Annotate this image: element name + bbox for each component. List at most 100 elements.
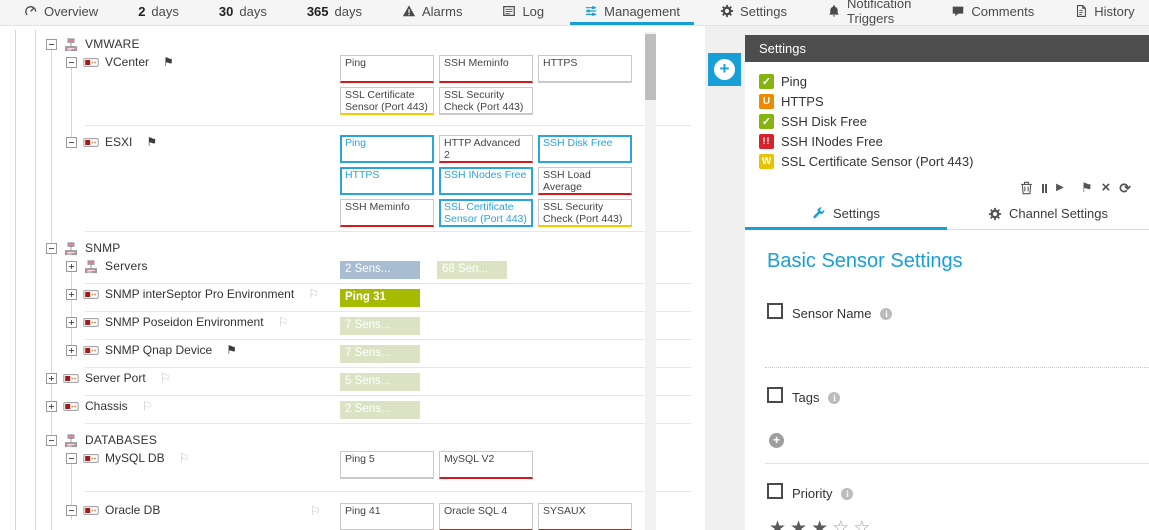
sensor-badge[interactable]: 5 Sens... [340, 373, 420, 391]
collapse-icon[interactable] [46, 243, 57, 254]
sensor-ssl-certificate-sensor-port-443[interactable]: SSL Certificate Sensor (Port 443) [439, 199, 533, 227]
close-icon[interactable]: × [1102, 181, 1111, 195]
tree-item-label[interactable]: VCenter [105, 55, 149, 69]
play-icon[interactable]: ▶ [1056, 181, 1064, 195]
sensor-ping-41[interactable]: Ping 41 [340, 503, 434, 530]
sensor-ssh-inodes-free[interactable]: SSH INodes Free [439, 167, 533, 195]
flag-icon[interactable]: ⚐ [142, 400, 153, 412]
tree-item-label[interactable]: MySQL DB [105, 451, 165, 465]
sensor-ssh-meminfo[interactable]: SSH Meminfo [340, 199, 434, 227]
sensor-ssh-load-average[interactable]: SSH Load Average [538, 167, 632, 195]
selected-sensor-ssh-inodes-free[interactable]: !!SSH INodes Free [759, 131, 1149, 151]
sensor-ssl-security-check-port-443[interactable]: SSL Security Check (Port 443) [538, 199, 632, 227]
refresh-icon[interactable]: ⟳ [1119, 181, 1131, 195]
tree-item-label[interactable]: Server Port [85, 371, 146, 385]
tab-settings[interactable]: Settings [745, 202, 947, 230]
tree-item-label[interactable]: SNMP Poseidon Environment [105, 315, 264, 329]
tree-scrollbar-thumb[interactable] [645, 34, 656, 100]
tree-item-label[interactable]: Servers [105, 259, 148, 273]
sensor-sysaux[interactable]: SYSAUX [538, 503, 632, 530]
flag-icon[interactable]: ⚐ [308, 288, 319, 300]
nav-tab-2-days[interactable]: 2days [124, 0, 193, 25]
flag-icon[interactable]: ⚑ [146, 136, 157, 148]
star-empty-icon[interactable]: ☆ [832, 518, 853, 530]
selected-sensor-ssl-certificate-sensor-port-443[interactable]: WSSL Certificate Sensor (Port 443) [759, 151, 1149, 171]
nav-tab-365-days[interactable]: 365days [293, 0, 376, 25]
star-empty-icon[interactable]: ☆ [853, 518, 874, 530]
star-filled-icon[interactable]: ★ [790, 518, 811, 530]
flag-icon[interactable]: ⚐ [160, 372, 171, 384]
sensor-badge[interactable]: 2 Sens... [340, 261, 420, 279]
nav-tab-log[interactable]: Log [488, 0, 558, 25]
tree-item-label[interactable]: VMWARE [85, 37, 140, 51]
nav-tab-overview[interactable]: Overview [10, 0, 112, 25]
info-icon[interactable]: i [880, 308, 892, 320]
sensor-https[interactable]: HTTPS [538, 55, 632, 83]
tree-item-label[interactable]: SNMP interSeptor Pro Environment [105, 287, 294, 301]
nav-tab-settings[interactable]: Settings [706, 0, 801, 25]
tree-item-label[interactable]: DATABASES [85, 433, 157, 447]
expand-icon[interactable] [46, 373, 57, 384]
nav-tab-30-days[interactable]: 30days [205, 0, 281, 25]
flag-icon[interactable]: ⚑ [226, 344, 237, 356]
sensor-name-checkbox[interactable] [767, 303, 783, 319]
collapse-icon[interactable] [46, 39, 57, 50]
expand-icon[interactable] [46, 401, 57, 412]
star-filled-icon[interactable]: ★ [769, 518, 790, 530]
expand-icon[interactable] [66, 289, 77, 300]
pause-icon[interactable] [1042, 184, 1048, 193]
selected-sensor-https[interactable]: UHTTPS [759, 91, 1149, 111]
expand-icon[interactable] [66, 345, 77, 356]
selected-sensor-ssh-disk-free[interactable]: ✓SSH Disk Free [759, 111, 1149, 131]
sensor-badge[interactable]: 2 Sens... [340, 401, 420, 419]
tab-channel-settings[interactable]: Channel Settings [947, 202, 1149, 230]
sensor-https[interactable]: HTTPS [340, 167, 434, 195]
sensor-ssh-meminfo[interactable]: SSH Meminfo [439, 55, 533, 83]
collapse-icon[interactable] [66, 137, 77, 148]
sensor-badge[interactable]: 7 Sens... [340, 317, 420, 335]
info-icon[interactable]: i [841, 488, 853, 500]
tags-checkbox[interactable] [767, 387, 783, 403]
add-object-button[interactable]: + [708, 53, 741, 86]
selected-sensor-ping[interactable]: ✓Ping [759, 71, 1149, 91]
sensor-badge[interactable]: 68 Sen... [437, 261, 507, 279]
flag-icon[interactable]: ⚑ [163, 56, 174, 68]
info-icon[interactable]: i [828, 392, 840, 404]
sensor-badge[interactable]: 7 Sens... [340, 345, 420, 363]
tree-item-label[interactable]: SNMP Qnap Device [105, 343, 212, 357]
nav-tab-history[interactable]: History [1060, 0, 1148, 25]
collapse-icon[interactable] [46, 435, 57, 446]
add-tag-button[interactable]: + [769, 433, 784, 448]
nav-tab-management[interactable]: Management [570, 0, 694, 25]
expand-icon[interactable] [66, 261, 77, 272]
sensor-mysql-v2[interactable]: MySQL V2 [439, 451, 533, 479]
collapse-icon[interactable] [66, 57, 77, 68]
tree-item-label[interactable]: Chassis [85, 399, 128, 413]
tree-scrollbar[interactable] [645, 32, 656, 530]
collapse-icon[interactable] [66, 505, 77, 516]
sensor-http-advanced-2[interactable]: HTTP Advanced 2 [439, 135, 533, 163]
expand-icon[interactable] [66, 317, 77, 328]
nav-tab-notification-triggers[interactable]: Notification Triggers [813, 0, 925, 25]
trash-icon[interactable] [1020, 181, 1033, 195]
flag-icon[interactable]: ⚐ [278, 316, 289, 328]
sensor-badge[interactable]: Ping 31 [340, 289, 420, 307]
nav-tab-alarms[interactable]: Alarms [388, 0, 476, 25]
flag-icon[interactable]: ⚑ [1081, 181, 1093, 195]
tree-item-label[interactable]: SNMP [85, 241, 120, 255]
sensor-oracle-sql-4[interactable]: Oracle SQL 4 [439, 503, 533, 530]
star-filled-icon[interactable]: ★ [811, 518, 832, 530]
priority-checkbox[interactable] [767, 483, 783, 499]
flag-icon[interactable]: ⚐ [310, 505, 321, 517]
nav-tab-comments[interactable]: Comments [937, 0, 1048, 25]
sensor-ping[interactable]: Ping [340, 55, 434, 83]
sensor-ping-5[interactable]: Ping 5 [340, 451, 434, 479]
tree-item-label[interactable]: Oracle DB [105, 503, 160, 517]
flag-icon[interactable]: ⚐ [179, 452, 190, 464]
tree-item-label[interactable]: ESXI [105, 135, 132, 149]
sensor-ssl-security-check-port-443[interactable]: SSL Security Check (Port 443) [439, 87, 533, 115]
sensor-ssl-certificate-sensor-port-443[interactable]: SSL Certificate Sensor (Port 443) [340, 87, 434, 115]
collapse-icon[interactable] [66, 453, 77, 464]
sensor-ping[interactable]: Ping [340, 135, 434, 163]
sensor-ssh-disk-free[interactable]: SSH Disk Free [538, 135, 632, 163]
